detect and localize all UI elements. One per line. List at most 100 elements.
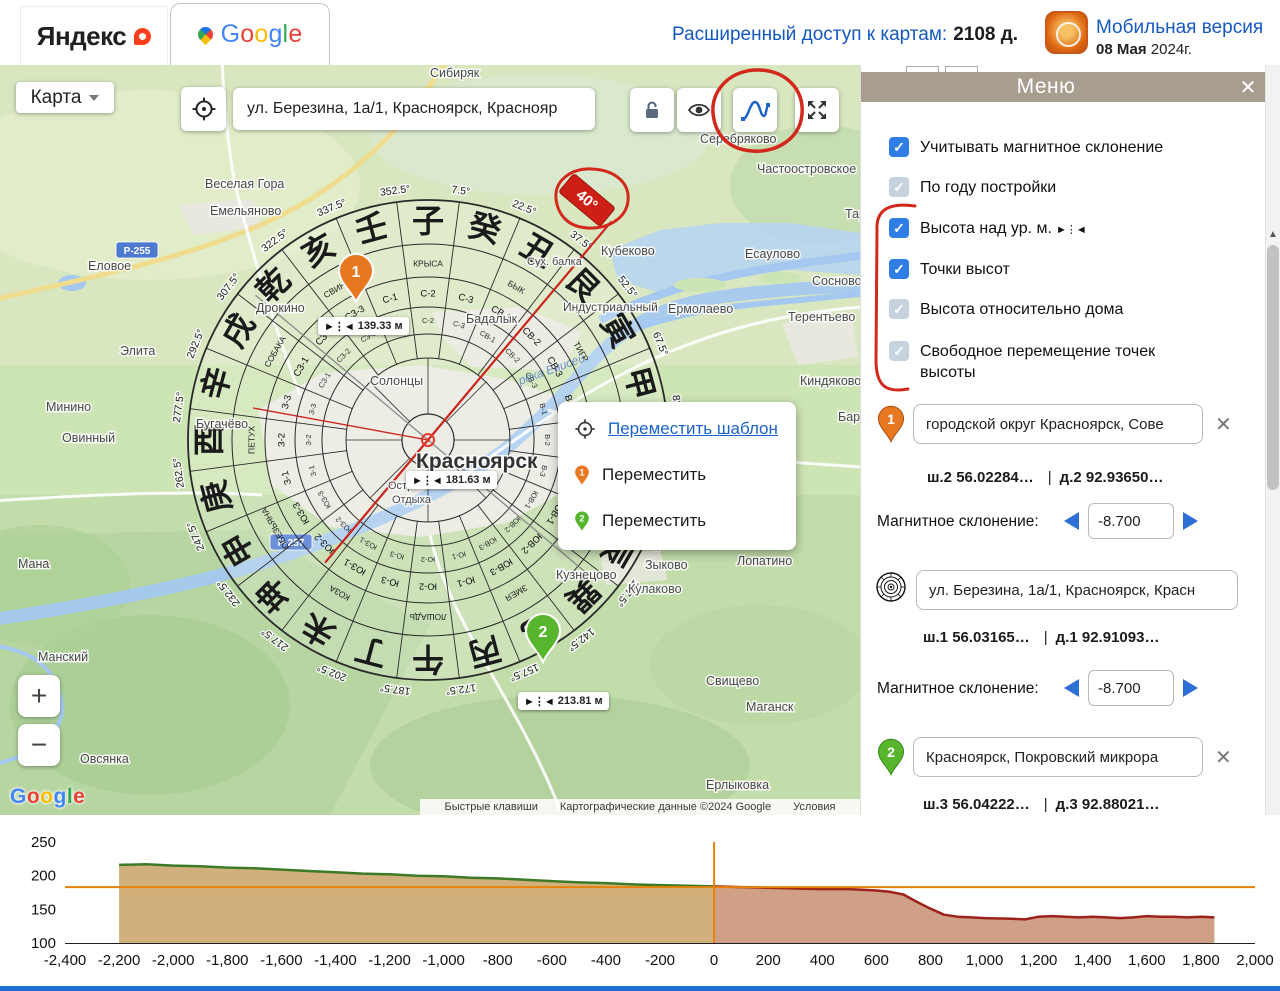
page: Яндекс Google Расширенный доступ к карта… xyxy=(0,0,1280,991)
map-search-input[interactable] xyxy=(233,88,595,130)
map-place-label: Емельяново xyxy=(210,204,281,218)
map-place-label: Ермолаево xyxy=(668,302,733,316)
point-2-coordinates: ш.3 56.04222…|д.3 92.88021… xyxy=(923,796,1159,813)
checkbox-row-declination[interactable]: Учитывать магнитное склонение xyxy=(889,137,1249,158)
x-tick-label: -600 xyxy=(537,952,567,969)
svg-text:Р-255: Р-255 xyxy=(124,246,151,257)
elevation-chip-marker-1: ►⋮◄ 139.33 м xyxy=(318,317,409,335)
checkbox[interactable] xyxy=(889,177,909,197)
map-canvas[interactable]: Р-255Р-257река Енисей子癸丑艮寅甲卯乙辰巽巳丙午丁未坤申庚酉… xyxy=(0,65,860,815)
template-coordinates: ш.1 56.03165…|д.1 92.91093… xyxy=(923,629,1159,646)
declination-label: Магнитное склонение: xyxy=(877,513,1039,531)
date-day: 08 Мая xyxy=(1096,41,1147,58)
map-place-label: Маганск xyxy=(746,700,794,714)
svg-text:Ю-2: Ю-2 xyxy=(421,555,435,564)
arrow-right-button[interactable] xyxy=(1183,679,1198,697)
luopan-icon xyxy=(875,571,907,603)
menu-item-move-template[interactable]: Переместить шаблон xyxy=(558,406,796,452)
svg-text:С-2: С-2 xyxy=(420,289,435,300)
visibility-button[interactable] xyxy=(677,88,721,132)
checkbox-row-build-year[interactable]: По году постройки xyxy=(889,177,1249,198)
zoom-in-button[interactable]: + xyxy=(18,675,60,717)
shortcuts-link[interactable]: Быстрые клавиши xyxy=(445,801,538,813)
checkbox-row-free-move-points[interactable]: Свободное перемещение точек высоты xyxy=(889,341,1249,383)
checkbox[interactable] xyxy=(889,341,909,361)
scrollbar-thumb[interactable] xyxy=(1267,245,1279,490)
remove-point-2-button[interactable]: ✕ xyxy=(1215,745,1232,770)
map-place-label: Бархатово xyxy=(838,410,860,424)
map-context-menu: Переместить шаблон 1 Переместить 2 Перем… xyxy=(558,402,796,550)
map-place-label: Минино xyxy=(46,400,91,414)
map-place-label: Сибиряк xyxy=(430,66,480,80)
map-place-label: Мана xyxy=(18,557,49,571)
tab-google-maps[interactable]: Google xyxy=(170,3,330,65)
arrow-right-button[interactable] xyxy=(1183,512,1198,530)
checkbox[interactable] xyxy=(889,218,909,238)
elevation-profile-chart: 250200150100-2,400-2,200-2,000-1,800-1,6… xyxy=(0,815,1280,986)
terms-link[interactable]: Условия xyxy=(793,801,835,813)
map-place-label: Красноярск xyxy=(416,450,538,473)
point-1-address-input[interactable]: городской округ Красноярск, Сове xyxy=(913,404,1203,444)
checkbox-row-height-points[interactable]: Точки высот xyxy=(889,259,1249,280)
elevation-chip-template: ►⋮◄ 181.63 м xyxy=(406,471,497,489)
checkbox-row-height-rel-house[interactable]: Высота относительно дома xyxy=(889,299,1249,320)
menu-item-move-marker-1[interactable]: 1 Переместить xyxy=(558,452,796,498)
checkbox-label: Высота над ур. м.►⋮◄ xyxy=(920,218,1086,241)
elevation-value: 139.33 м xyxy=(358,320,403,332)
zoom-out-button[interactable]: − xyxy=(18,724,60,766)
move-template-link[interactable]: Переместить шаблон xyxy=(608,419,778,439)
tab-yandex-maps[interactable]: Яндекс xyxy=(20,6,168,65)
mobile-version-icon[interactable] xyxy=(1045,11,1088,54)
elevation-value: 181.63 м xyxy=(446,474,491,486)
template-address-input[interactable]: ул. Березина, 1а/1, Красноярск, Красн xyxy=(916,570,1238,610)
point-2-address-input[interactable]: Красноярск, Покровский микрора xyxy=(913,737,1203,777)
arrow-left-button[interactable] xyxy=(1064,679,1079,697)
map-place-label: Отдыха xyxy=(392,494,432,506)
yandex-logo: Яндекс xyxy=(37,21,127,52)
x-tick-label: -2,400 xyxy=(44,952,87,969)
map-attribution: Быстрые клавиши Картографические данные … xyxy=(420,799,860,815)
extended-access-link[interactable]: Расширенный доступ к картам: xyxy=(672,24,947,45)
map-place-label: Кулаково xyxy=(628,582,682,596)
map-place-label: Овсянка xyxy=(80,752,129,766)
menu-item-move-marker-2[interactable]: 2 Переместить xyxy=(558,498,796,544)
mobile-version-link[interactable]: Мобильная версия xyxy=(1096,17,1263,39)
close-icon[interactable]: ✕ xyxy=(1231,75,1265,100)
fullscreen-button[interactable] xyxy=(795,88,839,132)
map-place-label: Дрокино xyxy=(256,301,305,315)
x-tick-label: 1,000 xyxy=(966,952,1004,969)
elevation-profile-button[interactable] xyxy=(733,88,777,132)
point-1-declination-control: -8.700 xyxy=(1064,503,1198,539)
checkbox-label: Высота относительно дома xyxy=(920,299,1123,320)
expand-arrows-icon xyxy=(804,97,830,123)
checkbox[interactable] xyxy=(889,259,909,279)
marker-2-icon: 2 xyxy=(574,509,590,534)
checkbox[interactable] xyxy=(889,299,909,319)
map-place-label: Ерлыковка xyxy=(706,778,769,792)
declination-value[interactable]: -8.700 xyxy=(1088,503,1174,539)
x-tick-label: 400 xyxy=(810,952,835,969)
remove-point-1-button[interactable]: ✕ xyxy=(1215,412,1232,437)
padlock-icon xyxy=(640,98,664,122)
main-area: Р-255Р-257река Енисей子癸丑艮寅甲卯乙辰巽巳丙午丁未坤申庚酉… xyxy=(0,65,1280,815)
elevation-icon: ►⋮◄ xyxy=(1056,224,1086,236)
x-tick-label: -1,000 xyxy=(422,952,465,969)
date-year: 2024г. xyxy=(1151,41,1192,58)
checkbox-label: По году постройки xyxy=(920,177,1056,198)
x-tick-label: 1,200 xyxy=(1020,952,1058,969)
declination-label: Магнитное склонение: xyxy=(877,680,1039,698)
x-tick-label: 1,600 xyxy=(1128,952,1166,969)
checkbox-row-altitude[interactable]: Высота над ур. м.►⋮◄ xyxy=(889,218,1249,241)
template-declination-control: -8.700 xyxy=(1064,670,1198,706)
arrow-left-button[interactable] xyxy=(1064,512,1079,530)
locate-template-button[interactable] xyxy=(181,87,226,131)
map-place-label: Лопатино xyxy=(737,554,792,568)
lock-template-button[interactable] xyxy=(630,88,674,132)
declination-value[interactable]: -8.700 xyxy=(1088,670,1174,706)
map-layer-button[interactable]: Карта xyxy=(16,82,114,113)
checkbox-label: Точки высот xyxy=(920,259,1010,280)
scroll-up-icon[interactable]: ▲ xyxy=(1265,227,1280,243)
marker-1-icon: 1 xyxy=(877,403,905,445)
checkbox[interactable] xyxy=(889,137,909,157)
map-place-label: Индустриальный xyxy=(563,300,658,314)
